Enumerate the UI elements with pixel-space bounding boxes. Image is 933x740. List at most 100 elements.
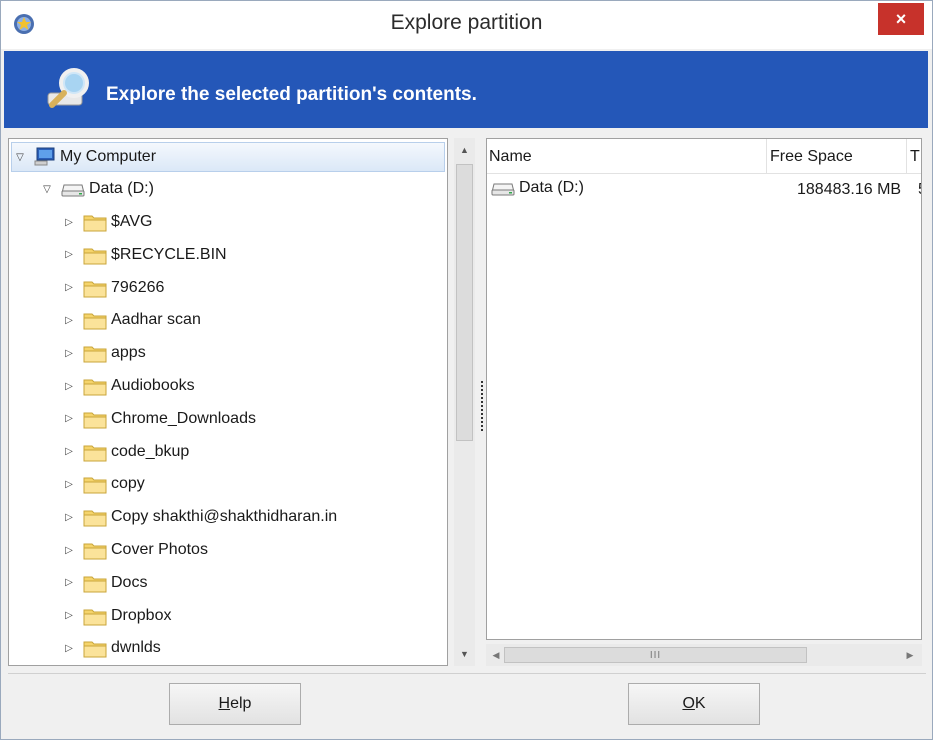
header-text: Explore the selected partition's content… <box>106 84 477 105</box>
expanded-arrow-icon[interactable]: ▽ <box>12 152 28 163</box>
help-button-label: elp <box>230 695 252 712</box>
tree-item-label: $AVG <box>111 213 153 230</box>
list-cell-type: 5 <box>918 181 921 199</box>
folder-icon <box>83 310 107 330</box>
title-bar: Explore partition × <box>1 1 932 49</box>
drive-icon <box>61 181 85 197</box>
tree-item-label: 796266 <box>111 278 165 296</box>
column-header-type[interactable]: T <box>908 139 921 174</box>
tree-item-my-computer[interactable]: ▽ My Computer <box>11 142 445 172</box>
collapsed-arrow-icon[interactable]: ▷ <box>61 545 77 556</box>
close-button[interactable]: × <box>878 3 924 35</box>
folder-icon <box>83 606 107 626</box>
column-header-free-space[interactable]: Free Space <box>768 139 907 174</box>
collapsed-arrow-icon[interactable]: ▷ <box>61 249 77 260</box>
folder-icon <box>83 573 107 593</box>
tree-item-folder[interactable]: ▷ Audiobooks <box>61 371 195 401</box>
folder-icon <box>83 409 107 429</box>
folder-icon <box>83 245 107 265</box>
tree-item-folder[interactable]: ▷ 796266 <box>61 273 164 303</box>
tree-item-label: dwnlds <box>111 639 161 657</box>
collapsed-arrow-icon[interactable]: ▷ <box>61 413 77 424</box>
close-icon: × <box>895 8 907 29</box>
list-cell-name: Data (D:) <box>491 179 584 197</box>
explore-partition-dialog: Explore partition × Explore the selected… <box>0 0 933 740</box>
tree-item-label: Cover Photos <box>111 541 208 558</box>
computer-icon <box>34 147 56 167</box>
list-horizontal-scrollbar[interactable]: ◀ III ▶ <box>486 644 922 666</box>
folder-icon <box>83 507 107 527</box>
collapsed-arrow-icon[interactable]: ▷ <box>61 577 77 588</box>
help-button-mnemonic: H <box>218 695 231 712</box>
tree-item-label: $RECYCLE.BIN <box>111 245 227 263</box>
collapsed-arrow-icon[interactable]: ▷ <box>61 610 77 621</box>
tree-item-folder[interactable]: ▷ Aadhar scan <box>61 305 201 335</box>
tree-item-drive[interactable]: ▽ Data (D:) <box>39 174 154 204</box>
collapsed-arrow-icon[interactable]: ▷ <box>61 315 77 326</box>
collapsed-arrow-icon[interactable]: ▷ <box>61 446 77 457</box>
tree-vertical-scrollbar[interactable]: ▲ ▼ <box>454 138 475 666</box>
magnifier-drive-icon <box>47 68 89 108</box>
ok-button-mnemonic: O <box>682 695 695 712</box>
partition-list[interactable]: Name Free Space T Data (D:) 188483.16 MB… <box>486 138 922 640</box>
tree-item-label: copy <box>111 475 145 493</box>
folder-icon <box>83 278 107 298</box>
folder-tree[interactable]: ▽ My Computer ▽ Data (D:) ▷ $AVG ▷ $RECY… <box>8 138 448 666</box>
ok-button-label: K <box>694 695 706 712</box>
tree-item-folder[interactable]: ▷ copy <box>61 469 145 499</box>
tree-item-folder[interactable]: ▷ dwnlds <box>61 633 161 663</box>
drive-icon <box>491 180 515 196</box>
tree-item-folder[interactable]: ▷ apps <box>61 338 146 368</box>
list-row[interactable]: Data (D:) 188483.16 MB 5 <box>489 177 921 203</box>
tree-item-folder[interactable]: ▷ Chrome_Downloads <box>61 404 256 434</box>
scroll-thumb[interactable]: III <box>504 647 807 663</box>
scroll-down-icon[interactable]: ▼ <box>454 644 475 664</box>
dialog-header: Explore the selected partition's content… <box>4 51 928 128</box>
help-button[interactable]: Help <box>169 683 301 725</box>
scroll-right-icon[interactable]: ▶ <box>900 644 920 666</box>
tree-item-folder[interactable]: ▷ $RECYCLE.BIN <box>61 240 227 270</box>
list-cell-free-space: 188483.16 MB <box>797 181 902 198</box>
tree-item-label: Aadhar scan <box>111 311 201 329</box>
scroll-left-icon[interactable]: ◀ <box>486 644 506 666</box>
folder-icon <box>83 343 107 363</box>
tree-item-folder[interactable]: ▷ Dropbox <box>61 601 171 631</box>
tree-item-folder[interactable]: ▷ $AVG <box>61 207 153 237</box>
collapsed-arrow-icon[interactable]: ▷ <box>61 479 77 490</box>
tree-item-label: Chrome_Downloads <box>111 409 256 427</box>
panel-splitter[interactable] <box>481 381 484 431</box>
list-item-name: Data (D:) <box>519 179 584 196</box>
collapsed-arrow-icon[interactable]: ▷ <box>61 348 77 359</box>
divider <box>8 673 926 674</box>
tree-item-folder[interactable]: ▷ code_bkup <box>61 437 189 467</box>
list-header: Name Free Space T <box>487 139 921 174</box>
ok-button[interactable]: OK <box>628 683 760 725</box>
folder-icon <box>83 638 107 658</box>
tree-item-label: Docs <box>111 573 148 591</box>
tree-item-label: Dropbox <box>111 606 172 624</box>
collapsed-arrow-icon[interactable]: ▷ <box>61 512 77 523</box>
tree-item-label: Data (D:) <box>89 180 154 197</box>
collapsed-arrow-icon[interactable]: ▷ <box>61 643 77 654</box>
scroll-thumb[interactable] <box>456 164 473 441</box>
collapsed-arrow-icon[interactable]: ▷ <box>61 217 77 228</box>
expanded-arrow-icon[interactable]: ▽ <box>39 184 55 195</box>
tree-item-folder[interactable]: ▷ Docs <box>61 568 147 598</box>
column-header-name[interactable]: Name <box>487 139 767 174</box>
tree-item-label: My Computer <box>60 148 157 165</box>
scroll-up-icon[interactable]: ▲ <box>454 140 475 160</box>
tree-item-folder[interactable]: ▷ Copy shakthi@shakthidharan.in <box>61 502 337 532</box>
collapsed-arrow-icon[interactable]: ▷ <box>61 282 77 293</box>
folder-icon <box>83 212 107 232</box>
tree-item-label: Copy shakthi@shakthidharan.in <box>111 508 338 526</box>
folder-icon <box>83 474 107 494</box>
folder-icon <box>83 442 107 462</box>
tree-item-label: code_bkup <box>111 442 190 460</box>
folder-icon <box>83 540 107 560</box>
tree-item-folder[interactable]: ▷ Cover Photos <box>61 535 208 565</box>
folder-icon <box>83 376 107 396</box>
tree-item-label: apps <box>111 344 146 362</box>
tree-item-label: Audiobooks <box>111 377 195 394</box>
scroll-grip: III <box>649 649 662 661</box>
collapsed-arrow-icon[interactable]: ▷ <box>61 381 77 392</box>
